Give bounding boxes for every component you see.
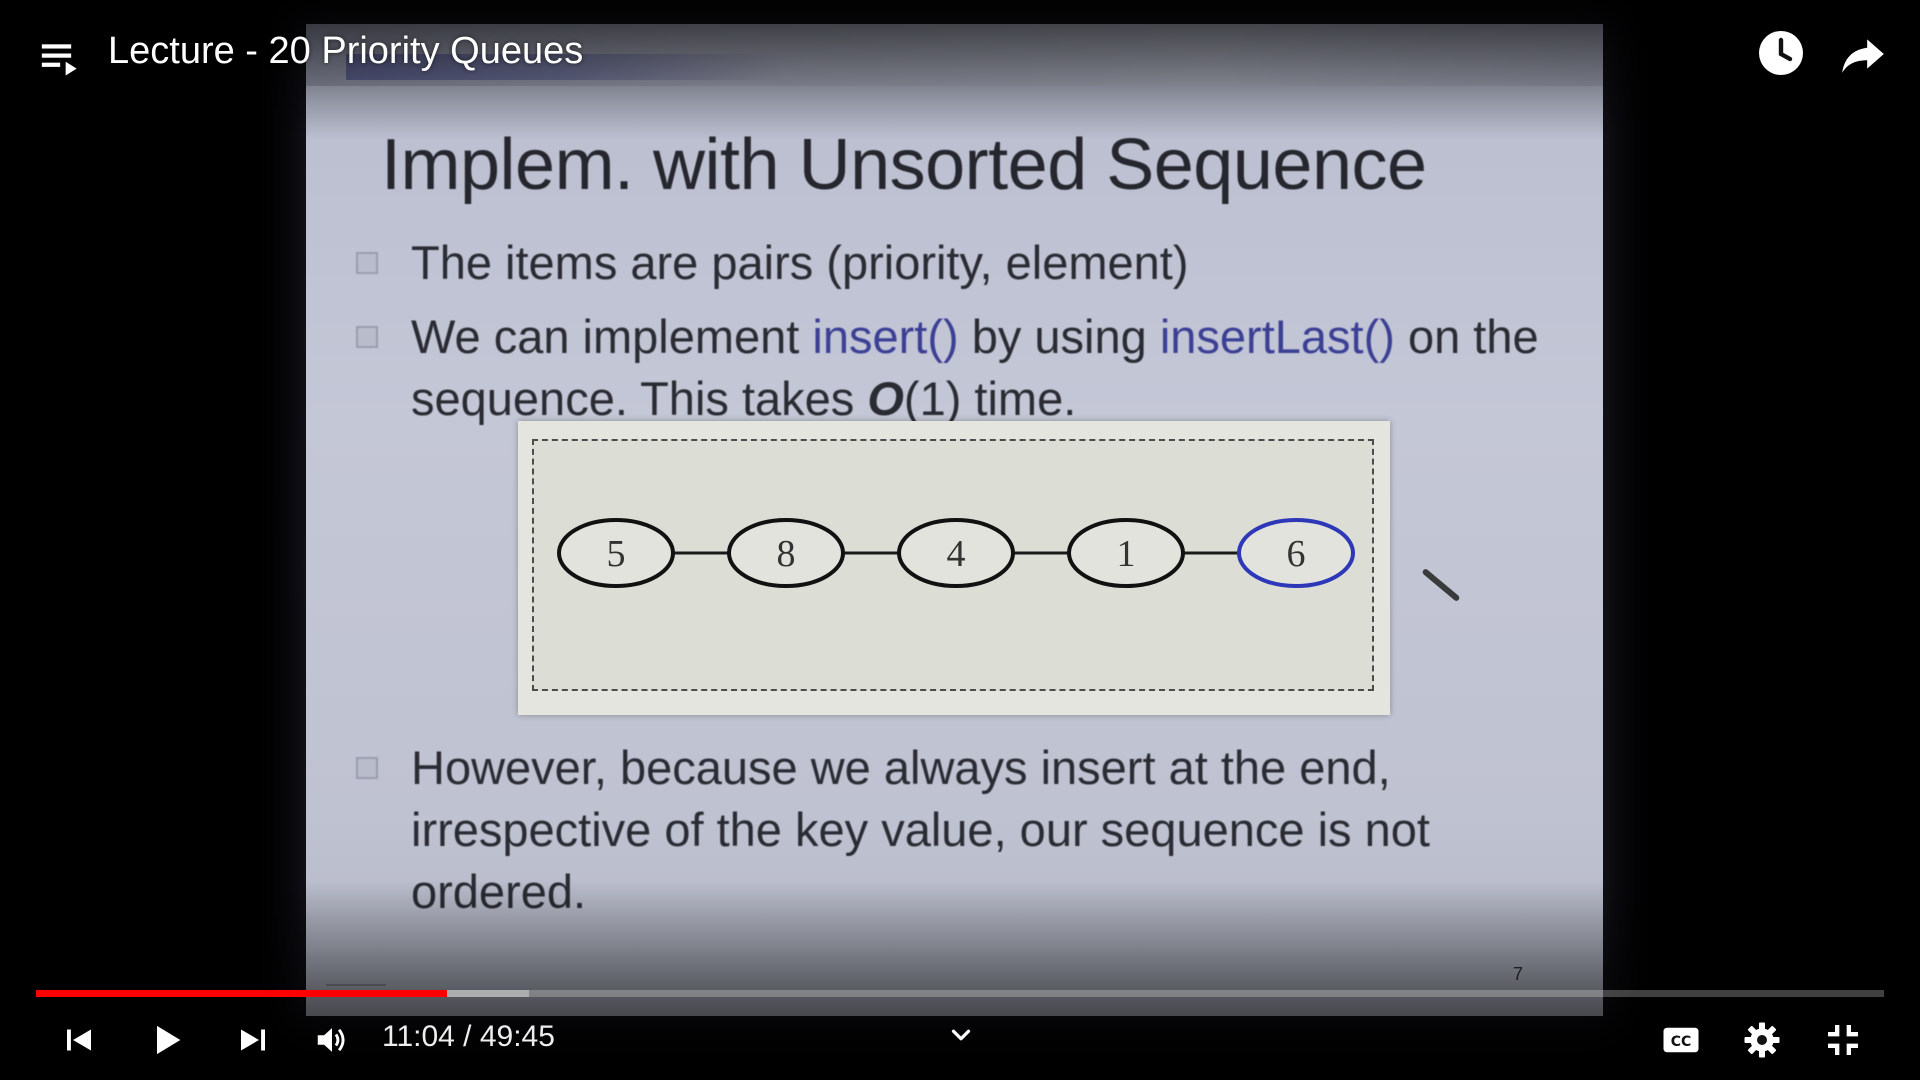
lecture-slide: Implem. with Unsorted Sequence The items… bbox=[306, 24, 1603, 1016]
exit-fullscreen-button[interactable] bbox=[1817, 1014, 1869, 1066]
bottom-overlay bbox=[0, 880, 1920, 1080]
bullet-text-part: by using bbox=[958, 310, 1160, 363]
sequence-node-label: 6 bbox=[1287, 533, 1306, 575]
gear-icon bbox=[1744, 1022, 1780, 1058]
skip-next-button[interactable] bbox=[227, 1014, 279, 1066]
big-o: O bbox=[867, 372, 904, 425]
time-display: 11:04 / 49:45 bbox=[382, 1020, 555, 1053]
slide-bullet-1: The items are pairs (priority, element) bbox=[356, 232, 1546, 294]
play-button[interactable] bbox=[141, 1014, 193, 1066]
bullet-text-part: We can implement bbox=[411, 310, 813, 363]
playlist-icon[interactable] bbox=[40, 37, 84, 81]
bullet-text: The items are pairs (priority, element) bbox=[411, 236, 1189, 289]
bullet-marker bbox=[356, 757, 378, 779]
bullet-text: We can implement insert() by using inser… bbox=[411, 306, 1546, 430]
progress-bar[interactable] bbox=[36, 990, 1884, 997]
pen-pointer-mark bbox=[1421, 567, 1461, 603]
skip-previous-button[interactable] bbox=[53, 1014, 105, 1066]
sequence-diagram-svg: 5 8 4 1 6 bbox=[557, 518, 1355, 588]
bullet-marker bbox=[356, 326, 378, 348]
captions-button[interactable]: CC bbox=[1655, 1014, 1707, 1066]
skip-next-icon bbox=[241, 1029, 265, 1051]
skip-previous-icon bbox=[67, 1029, 91, 1051]
cc-icon: CC bbox=[1663, 1027, 1699, 1053]
volume-icon bbox=[317, 1028, 345, 1052]
svg-text:CC: CC bbox=[1671, 1034, 1692, 1050]
play-icon bbox=[157, 1025, 181, 1055]
video-title[interactable]: Lecture - 20 Priority Queues bbox=[108, 30, 583, 73]
sequence-node-label: 5 bbox=[607, 533, 626, 575]
share-arrow-icon[interactable] bbox=[1838, 29, 1888, 79]
sequence-node-label: 8 bbox=[777, 533, 796, 575]
code-insert: insert() bbox=[812, 310, 959, 363]
volume-button[interactable] bbox=[306, 1014, 358, 1066]
bullet-marker bbox=[356, 252, 378, 274]
clock-icon[interactable] bbox=[1757, 29, 1805, 77]
exit-fullscreen-icon bbox=[1828, 1025, 1858, 1055]
slide-bullet-2: We can implement insert() by using inser… bbox=[356, 306, 1546, 430]
sequence-node-label: 4 bbox=[947, 533, 966, 575]
settings-button[interactable] bbox=[1736, 1014, 1788, 1066]
sequence-node-label: 1 bbox=[1117, 533, 1136, 575]
bullet-text-part: (1) time. bbox=[903, 372, 1077, 425]
code-insertlast: insertLast() bbox=[1159, 310, 1395, 363]
sequence-diagram-frame: 5 8 4 1 6 bbox=[532, 439, 1374, 691]
chevron-down-icon[interactable] bbox=[946, 1020, 976, 1050]
progress-played bbox=[36, 990, 448, 997]
sequence-diagram: 5 8 4 1 6 bbox=[518, 421, 1390, 715]
